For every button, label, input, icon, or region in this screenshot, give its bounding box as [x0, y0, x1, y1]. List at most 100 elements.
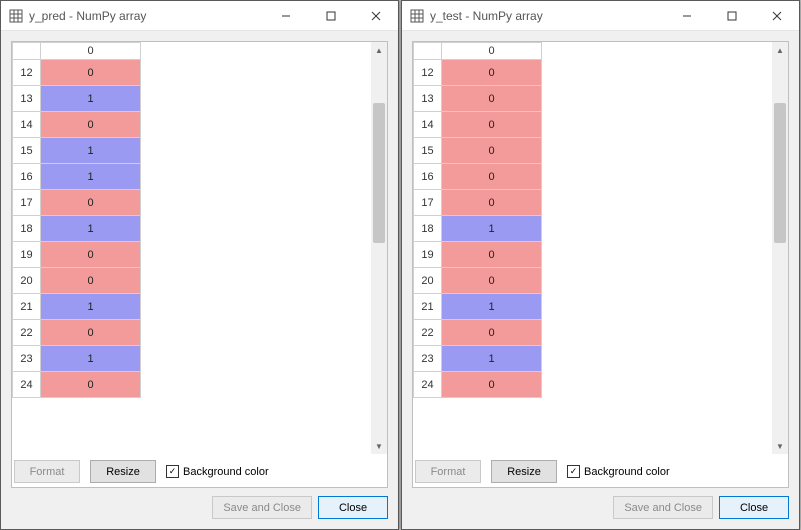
table-row: 150: [414, 138, 542, 164]
cell[interactable]: 0: [442, 138, 542, 164]
table-row: 120: [13, 60, 141, 86]
cell[interactable]: 0: [442, 372, 542, 398]
table-row: 130: [414, 86, 542, 112]
table-row: 140: [414, 112, 542, 138]
row-header[interactable]: 12: [13, 60, 41, 86]
format-button[interactable]: Format: [415, 460, 481, 483]
window-title: y_pred - NumPy array: [29, 9, 263, 23]
cell[interactable]: 0: [442, 164, 542, 190]
cell[interactable]: 0: [442, 268, 542, 294]
scroll-track[interactable]: [772, 58, 788, 438]
cell[interactable]: 0: [442, 320, 542, 346]
table-row: 190: [13, 242, 141, 268]
scroll-down-icon[interactable]: ▼: [371, 438, 387, 454]
row-header[interactable]: 13: [414, 86, 442, 112]
cell[interactable]: 0: [442, 242, 542, 268]
titlebar[interactable]: y_test - NumPy array: [402, 1, 799, 31]
row-header[interactable]: 16: [414, 164, 442, 190]
row-header[interactable]: 17: [414, 190, 442, 216]
cell[interactable]: 1: [41, 346, 141, 372]
table-row: 181: [414, 216, 542, 242]
column-header[interactable]: 0: [442, 43, 542, 60]
row-header[interactable]: 20: [13, 268, 41, 294]
cell[interactable]: 0: [41, 242, 141, 268]
cell[interactable]: 0: [41, 112, 141, 138]
row-header[interactable]: 13: [13, 86, 41, 112]
minimize-button[interactable]: [664, 1, 709, 30]
scroll-thumb[interactable]: [373, 103, 385, 243]
format-button[interactable]: Format: [14, 460, 80, 483]
resize-button[interactable]: Resize: [491, 460, 557, 483]
cell[interactable]: 0: [41, 190, 141, 216]
save-and-close-button[interactable]: Save and Close: [613, 496, 713, 519]
minimize-button[interactable]: [263, 1, 308, 30]
cell[interactable]: 1: [41, 138, 141, 164]
titlebar[interactable]: y_pred - NumPy array: [1, 1, 398, 31]
row-header[interactable]: 12: [414, 60, 442, 86]
row-header[interactable]: 22: [414, 320, 442, 346]
close-window-button[interactable]: [754, 1, 799, 30]
row-header[interactable]: 19: [414, 242, 442, 268]
vertical-scrollbar[interactable]: ▲ ▼: [371, 42, 387, 454]
resize-button[interactable]: Resize: [90, 460, 156, 483]
close-window-button[interactable]: [353, 1, 398, 30]
cell[interactable]: 0: [41, 372, 141, 398]
cell[interactable]: 1: [442, 294, 542, 320]
row-header[interactable]: 18: [13, 216, 41, 242]
row-header[interactable]: 19: [13, 242, 41, 268]
maximize-button[interactable]: [308, 1, 353, 30]
scroll-track[interactable]: [371, 58, 387, 438]
cell[interactable]: 0: [442, 60, 542, 86]
row-header[interactable]: 23: [13, 346, 41, 372]
table-corner: [414, 43, 442, 60]
cell[interactable]: 0: [442, 112, 542, 138]
row-header[interactable]: 18: [414, 216, 442, 242]
row-header[interactable]: 14: [414, 112, 442, 138]
row-header[interactable]: 15: [13, 138, 41, 164]
cell[interactable]: 1: [41, 164, 141, 190]
close-button[interactable]: Close: [318, 496, 388, 519]
vertical-scrollbar[interactable]: ▲ ▼: [772, 42, 788, 454]
close-button[interactable]: Close: [719, 496, 789, 519]
table-row: 170: [414, 190, 542, 216]
grid-icon: [9, 9, 23, 23]
row-header[interactable]: 20: [414, 268, 442, 294]
background-color-checkbox[interactable]: ✓ Background color: [166, 465, 269, 478]
row-header[interactable]: 16: [13, 164, 41, 190]
array-table: 0120131140151161170181190200211220231240: [12, 42, 141, 398]
cell[interactable]: 1: [41, 294, 141, 320]
background-color-checkbox[interactable]: ✓ Background color: [567, 465, 670, 478]
cell[interactable]: 1: [442, 216, 542, 242]
table-row: 211: [414, 294, 542, 320]
cell[interactable]: 0: [442, 86, 542, 112]
scroll-up-icon[interactable]: ▲: [772, 42, 788, 58]
row-header[interactable]: 17: [13, 190, 41, 216]
row-header[interactable]: 14: [13, 112, 41, 138]
cell[interactable]: 1: [41, 216, 141, 242]
row-header[interactable]: 21: [414, 294, 442, 320]
row-header[interactable]: 24: [414, 372, 442, 398]
table-row: 161: [13, 164, 141, 190]
row-header[interactable]: 21: [13, 294, 41, 320]
dialog-footer: Save and Close Close: [402, 492, 799, 529]
column-header[interactable]: 0: [41, 43, 141, 60]
client-area: 0120130140150160170181190200211220231240…: [412, 41, 789, 488]
cell[interactable]: 0: [442, 190, 542, 216]
cell[interactable]: 0: [41, 60, 141, 86]
cell[interactable]: 0: [41, 320, 141, 346]
maximize-icon: [727, 11, 737, 21]
cell[interactable]: 0: [41, 268, 141, 294]
row-header[interactable]: 24: [13, 372, 41, 398]
cell[interactable]: 1: [442, 346, 542, 372]
row-header[interactable]: 15: [414, 138, 442, 164]
row-header[interactable]: 23: [414, 346, 442, 372]
scroll-up-icon[interactable]: ▲: [371, 42, 387, 58]
table-row: 200: [13, 268, 141, 294]
cell[interactable]: 1: [41, 86, 141, 112]
save-and-close-button[interactable]: Save and Close: [212, 496, 312, 519]
maximize-button[interactable]: [709, 1, 754, 30]
scroll-thumb[interactable]: [774, 103, 786, 243]
scroll-down-icon[interactable]: ▼: [772, 438, 788, 454]
table-row: 120: [414, 60, 542, 86]
row-header[interactable]: 22: [13, 320, 41, 346]
